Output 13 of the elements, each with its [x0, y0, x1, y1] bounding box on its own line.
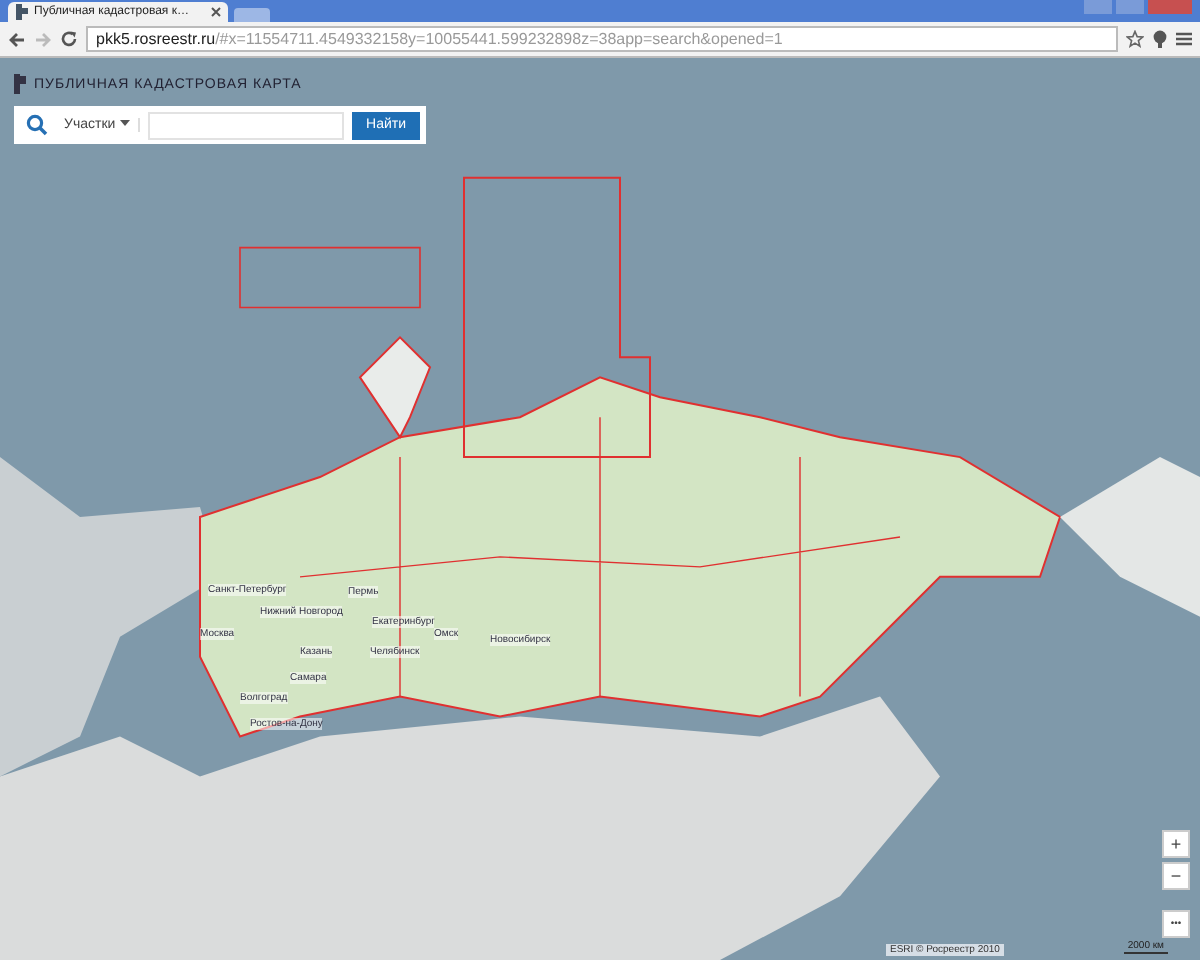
- logo-icon: [14, 74, 28, 94]
- back-icon[interactable]: [8, 31, 26, 47]
- search-icon[interactable]: [26, 114, 48, 136]
- zoom-out-button[interactable]: −: [1162, 862, 1190, 890]
- zoom-in-button[interactable]: +: [1162, 830, 1190, 858]
- star-icon[interactable]: [1126, 30, 1144, 48]
- page-icon: [14, 4, 30, 20]
- address-field[interactable]: pkk5.rosreestr.ru/#x=11554711.4549332158y=10055441.599232898z=38app=search&opened=1: [86, 26, 1118, 52]
- search-field[interactable]: [147, 111, 345, 139]
- close-icon[interactable]: [210, 6, 222, 18]
- caret-icon: [119, 120, 130, 128]
- menu-icon[interactable]: [1176, 32, 1192, 46]
- reload-icon[interactable]: [60, 30, 78, 48]
